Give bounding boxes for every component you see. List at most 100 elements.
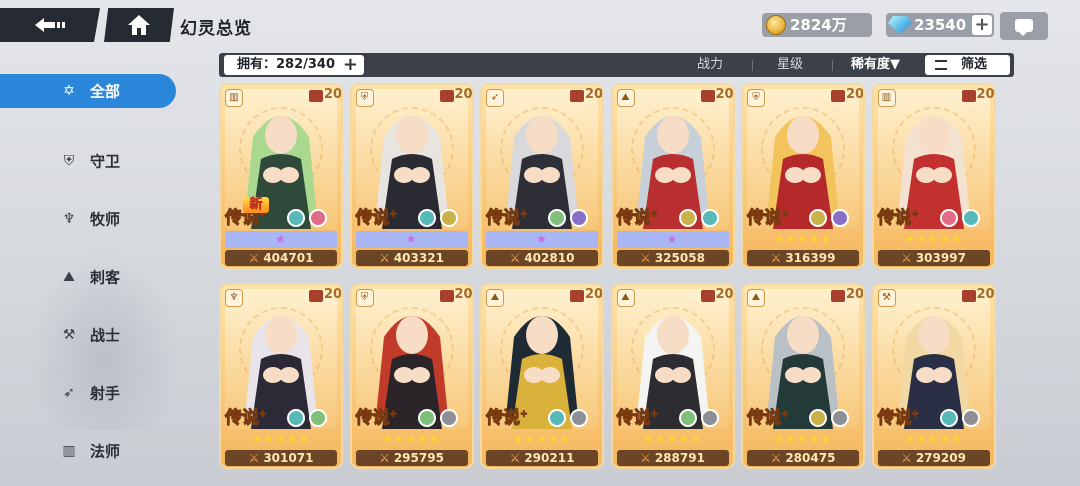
rarity-label: 传说+	[747, 408, 790, 429]
sidebar-item-label: 法师	[90, 442, 121, 461]
hero-card[interactable]: ⚒ 20 传说+ ★★★★★ ⚔ 279209	[871, 283, 996, 469]
hero-level: 20	[976, 87, 995, 102]
bow-icon: ➶	[63, 385, 75, 401]
rarity-label: 传说+	[486, 208, 529, 229]
gem-currency: 23540 +	[886, 13, 994, 37]
sidebar-item[interactable]: ♆ 牧师	[0, 190, 176, 248]
crossed-swords-icon: ⚔	[640, 251, 651, 265]
add-gems-button[interactable]: +	[972, 15, 992, 35]
combat-power: ⚔ 288791	[616, 450, 729, 466]
hero-card[interactable]: ⛨ 20 传说+ ★ ⚔ 403321	[349, 83, 474, 269]
rarity-text: 传说	[225, 408, 260, 429]
home-button[interactable]	[104, 8, 174, 42]
star-rating: ★★★★★	[773, 432, 833, 446]
combat-power: ⚔ 316399	[747, 250, 859, 266]
hero-card[interactable]: ⛰ 20 传说+ ★★★★★ ⚔ 288791	[610, 283, 735, 469]
element-icon	[961, 209, 980, 227]
book-icon: ▥	[225, 89, 243, 107]
sidebar-item[interactable]: ⛰ 刺客	[0, 248, 176, 306]
sidebar-item-label: 牧师	[90, 210, 121, 229]
star-rating: ★	[355, 231, 468, 248]
element-icon	[700, 209, 719, 227]
hero-level: 20	[324, 287, 343, 302]
hero-level: 20	[324, 87, 343, 102]
combat-power: ⚔ 279209	[877, 450, 990, 466]
star-rating: ★★★★★	[251, 432, 311, 446]
sort-rarity-tab[interactable]: 稀有度▼	[851, 53, 900, 77]
hero-card[interactable]: ➶ 20 传说+ ★ ⚔ 402810	[480, 83, 604, 269]
all-star-icon: ✡	[63, 83, 75, 99]
home-icon	[128, 15, 150, 35]
star-rating: ★★★★★	[904, 432, 963, 446]
combat-power-value: 402810	[524, 251, 575, 265]
combat-power: ⚔ 303997	[877, 250, 990, 266]
rarity-text: 传说	[486, 208, 521, 229]
crossed-swords-icon: ⚔	[248, 251, 260, 265]
rarity-label: 传说+	[355, 208, 398, 229]
filter-button[interactable]: 筛选	[925, 55, 1010, 75]
star-rating: ★	[225, 231, 337, 248]
rarity-label: 传说+	[616, 208, 659, 229]
hero-card[interactable]: ▥ 20 传说+ ★★★★★ ⚔ 303997	[871, 83, 996, 269]
level-cap-icon	[439, 90, 454, 102]
element-icon	[309, 209, 327, 227]
hero-card[interactable]: ⛨ 20 传说+ ★★★★★ ⚔ 316399	[741, 83, 865, 269]
sidebar-item[interactable]: ⚒ 战士	[0, 306, 176, 364]
star-rating: ★★★★★	[382, 432, 441, 446]
hero-card[interactable]: ⛰ 20 传说+ ★★★★★ ⚔ 280475	[741, 283, 865, 469]
expand-capacity-icon: +	[342, 54, 358, 75]
back-button[interactable]	[0, 8, 100, 42]
star-rating: ★	[486, 231, 598, 248]
rarity-text: 传说	[877, 208, 912, 229]
combat-power-value: 279209	[915, 451, 966, 465]
filter-bar: 拥有：282/340 + 战力 星级 稀有度▼ 筛选	[219, 53, 1014, 77]
owned-count[interactable]: 拥有：282/340 +	[224, 55, 364, 75]
sidebar-item[interactable]: ⛨ 守卫	[0, 132, 176, 190]
sort-power-tab[interactable]: 战力	[697, 53, 723, 77]
element-icon	[417, 409, 436, 427]
element-icon	[570, 409, 588, 427]
combat-power: ⚔ 404701	[225, 250, 337, 266]
sidebar-item-label: 战士	[90, 326, 121, 345]
star-rating: ★★★★★	[773, 232, 833, 246]
element-icon	[417, 209, 436, 227]
shield-icon: ⛨	[355, 289, 374, 307]
hero-card[interactable]: ⛰ 20 传说+ ★★★★★ ⚔ 290211	[480, 283, 604, 469]
level-cap-icon	[309, 290, 323, 302]
star-rating: ★★★★★	[512, 432, 572, 446]
combat-power: ⚔ 280475	[747, 450, 859, 466]
combat-power: ⚔ 295795	[355, 450, 468, 466]
hero-card[interactable]: ⛰ 20 传说+ ★ ⚔ 325058	[610, 83, 735, 269]
hero-card[interactable]: ⛨ 20 传说+ ★★★★★ ⚔ 295795	[349, 283, 474, 469]
page-title: 幻灵总览	[180, 19, 252, 39]
sidebar-item[interactable]: ➶ 射手	[0, 364, 176, 422]
hero-card[interactable]: ▥ 20 传说+ ★ ⚔ 404701	[219, 83, 343, 269]
assassin-icon: ⛰	[63, 269, 75, 285]
crossed-swords-icon: ⚔	[379, 251, 390, 265]
element-icon	[439, 409, 458, 427]
chat-button[interactable]	[1000, 12, 1048, 40]
sort-stars-tab[interactable]: 星级	[777, 53, 803, 77]
hero-level: 20	[846, 287, 865, 302]
gem-amount: 23540	[914, 16, 967, 34]
assassin-icon: ⛰	[747, 289, 765, 307]
element-icon	[570, 209, 588, 227]
element-icon	[939, 209, 958, 227]
rarity-text: 传说	[355, 208, 390, 229]
combat-power-value: 404701	[263, 251, 314, 265]
sidebar-item[interactable]: ▥ 法师	[0, 422, 176, 480]
level-cap-icon	[961, 90, 976, 102]
sidebar-item[interactable]: ✡ 全部	[0, 74, 176, 108]
rarity-text: 传说	[355, 408, 390, 429]
combat-power: ⚔ 325058	[616, 250, 729, 266]
level-cap-icon	[700, 90, 715, 102]
crossed-swords-icon: ⚔	[770, 251, 782, 265]
combat-power: ⚔ 402810	[486, 250, 598, 266]
sidebar-item-label: 守卫	[90, 152, 121, 171]
assassin-icon: ⛰	[486, 289, 504, 307]
sidebar-item-label: 刺客	[90, 268, 121, 287]
hero-card[interactable]: ♆ 20 传说+ ★★★★★ ⚔ 301071	[219, 283, 343, 469]
gold-amount: 2824万	[790, 16, 847, 34]
element-icon	[831, 409, 849, 427]
element-icon	[961, 409, 980, 427]
